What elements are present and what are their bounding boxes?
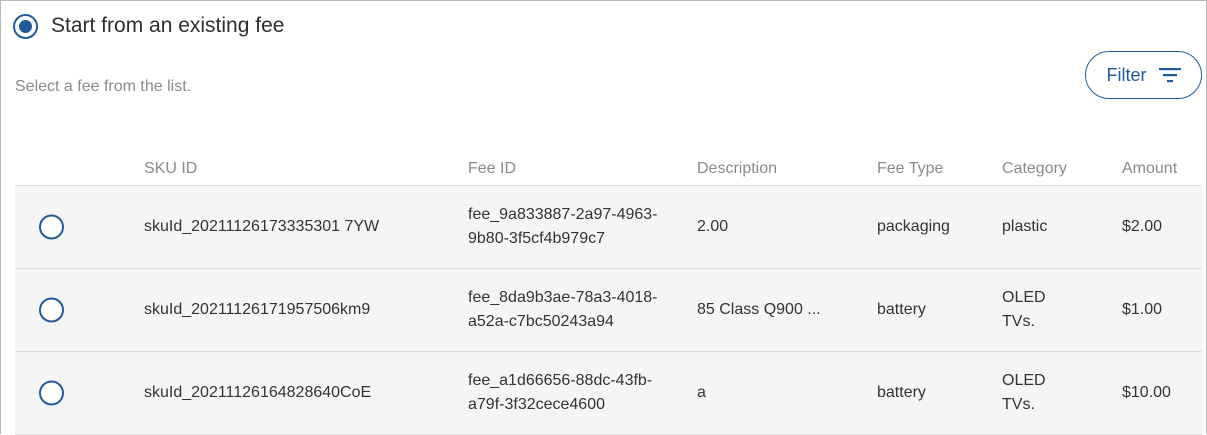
table-header: SKU ID Fee ID Description Fee Type Categ… xyxy=(15,151,1202,186)
filter-lines-icon xyxy=(1158,68,1181,83)
amount-cell: $1.00 xyxy=(1122,301,1163,318)
amount-cell: $10.00 xyxy=(1122,384,1171,401)
table-row[interactable]: skuId_20211126164828640CoE fee_a1d66656-… xyxy=(15,352,1202,435)
header-sku-id: SKU ID xyxy=(144,160,198,177)
description-cell: 85 Class Q900 ... xyxy=(697,301,821,318)
fee-id-cell: fee_9a833887-2a97-4963-9b80-3f5cf4b979c7 xyxy=(468,206,658,247)
header-description: Description xyxy=(697,160,778,177)
category-cell: OLED TVs. xyxy=(1002,372,1046,413)
sku-id-cell: skuId_20211126171957506km9 xyxy=(144,301,371,318)
sku-id-cell: skuId_20211126173335301 7YW xyxy=(144,218,380,235)
description-cell: a xyxy=(697,384,706,401)
filter-button[interactable]: Filter xyxy=(1085,51,1202,99)
description-cell: 2.00 xyxy=(697,218,729,235)
category-cell: OLED TVs. xyxy=(1002,289,1046,330)
selected-radio-icon[interactable] xyxy=(13,13,38,39)
row-radio-icon[interactable] xyxy=(39,297,64,323)
fee-type-cell: battery xyxy=(877,301,926,318)
select-fee-hint: Select a fee from the list. xyxy=(15,78,192,95)
sku-id-cell: skuId_20211126164828640CoE xyxy=(144,384,372,401)
fee-type-cell: packaging xyxy=(877,218,950,235)
fee-table: SKU ID Fee ID Description Fee Type Categ… xyxy=(15,151,1202,435)
row-radio-icon[interactable] xyxy=(39,214,64,240)
amount-cell: $2.00 xyxy=(1122,218,1163,235)
fee-id-cell: fee_a1d66656-88dc-43fb-a79f-3f32cece4600 xyxy=(468,372,653,413)
header-category: Category xyxy=(1002,160,1067,177)
fee-selection-panel: Start from an existing fee Select a fee … xyxy=(0,0,1207,435)
row-radio-icon[interactable] xyxy=(39,380,64,406)
filter-label: Filter xyxy=(1106,64,1147,85)
header-amount: Amount xyxy=(1122,160,1178,177)
table-row[interactable]: skuId_20211126171957506km9 fee_8da9b3ae-… xyxy=(15,269,1202,352)
fee-id-cell: fee_8da9b3ae-78a3-4018-a52a-c7bc50243a94 xyxy=(468,289,658,330)
category-cell: plastic xyxy=(1002,218,1048,235)
start-from-existing-fee-option[interactable]: Start from an existing fee xyxy=(13,12,284,40)
header-fee-id: Fee ID xyxy=(468,160,517,177)
option-label: Start from an existing fee xyxy=(51,14,285,37)
header-fee-type: Fee Type xyxy=(877,160,944,177)
table-row[interactable]: skuId_20211126173335301 7YW fee_9a833887… xyxy=(15,186,1202,269)
fee-type-cell: battery xyxy=(877,384,926,401)
